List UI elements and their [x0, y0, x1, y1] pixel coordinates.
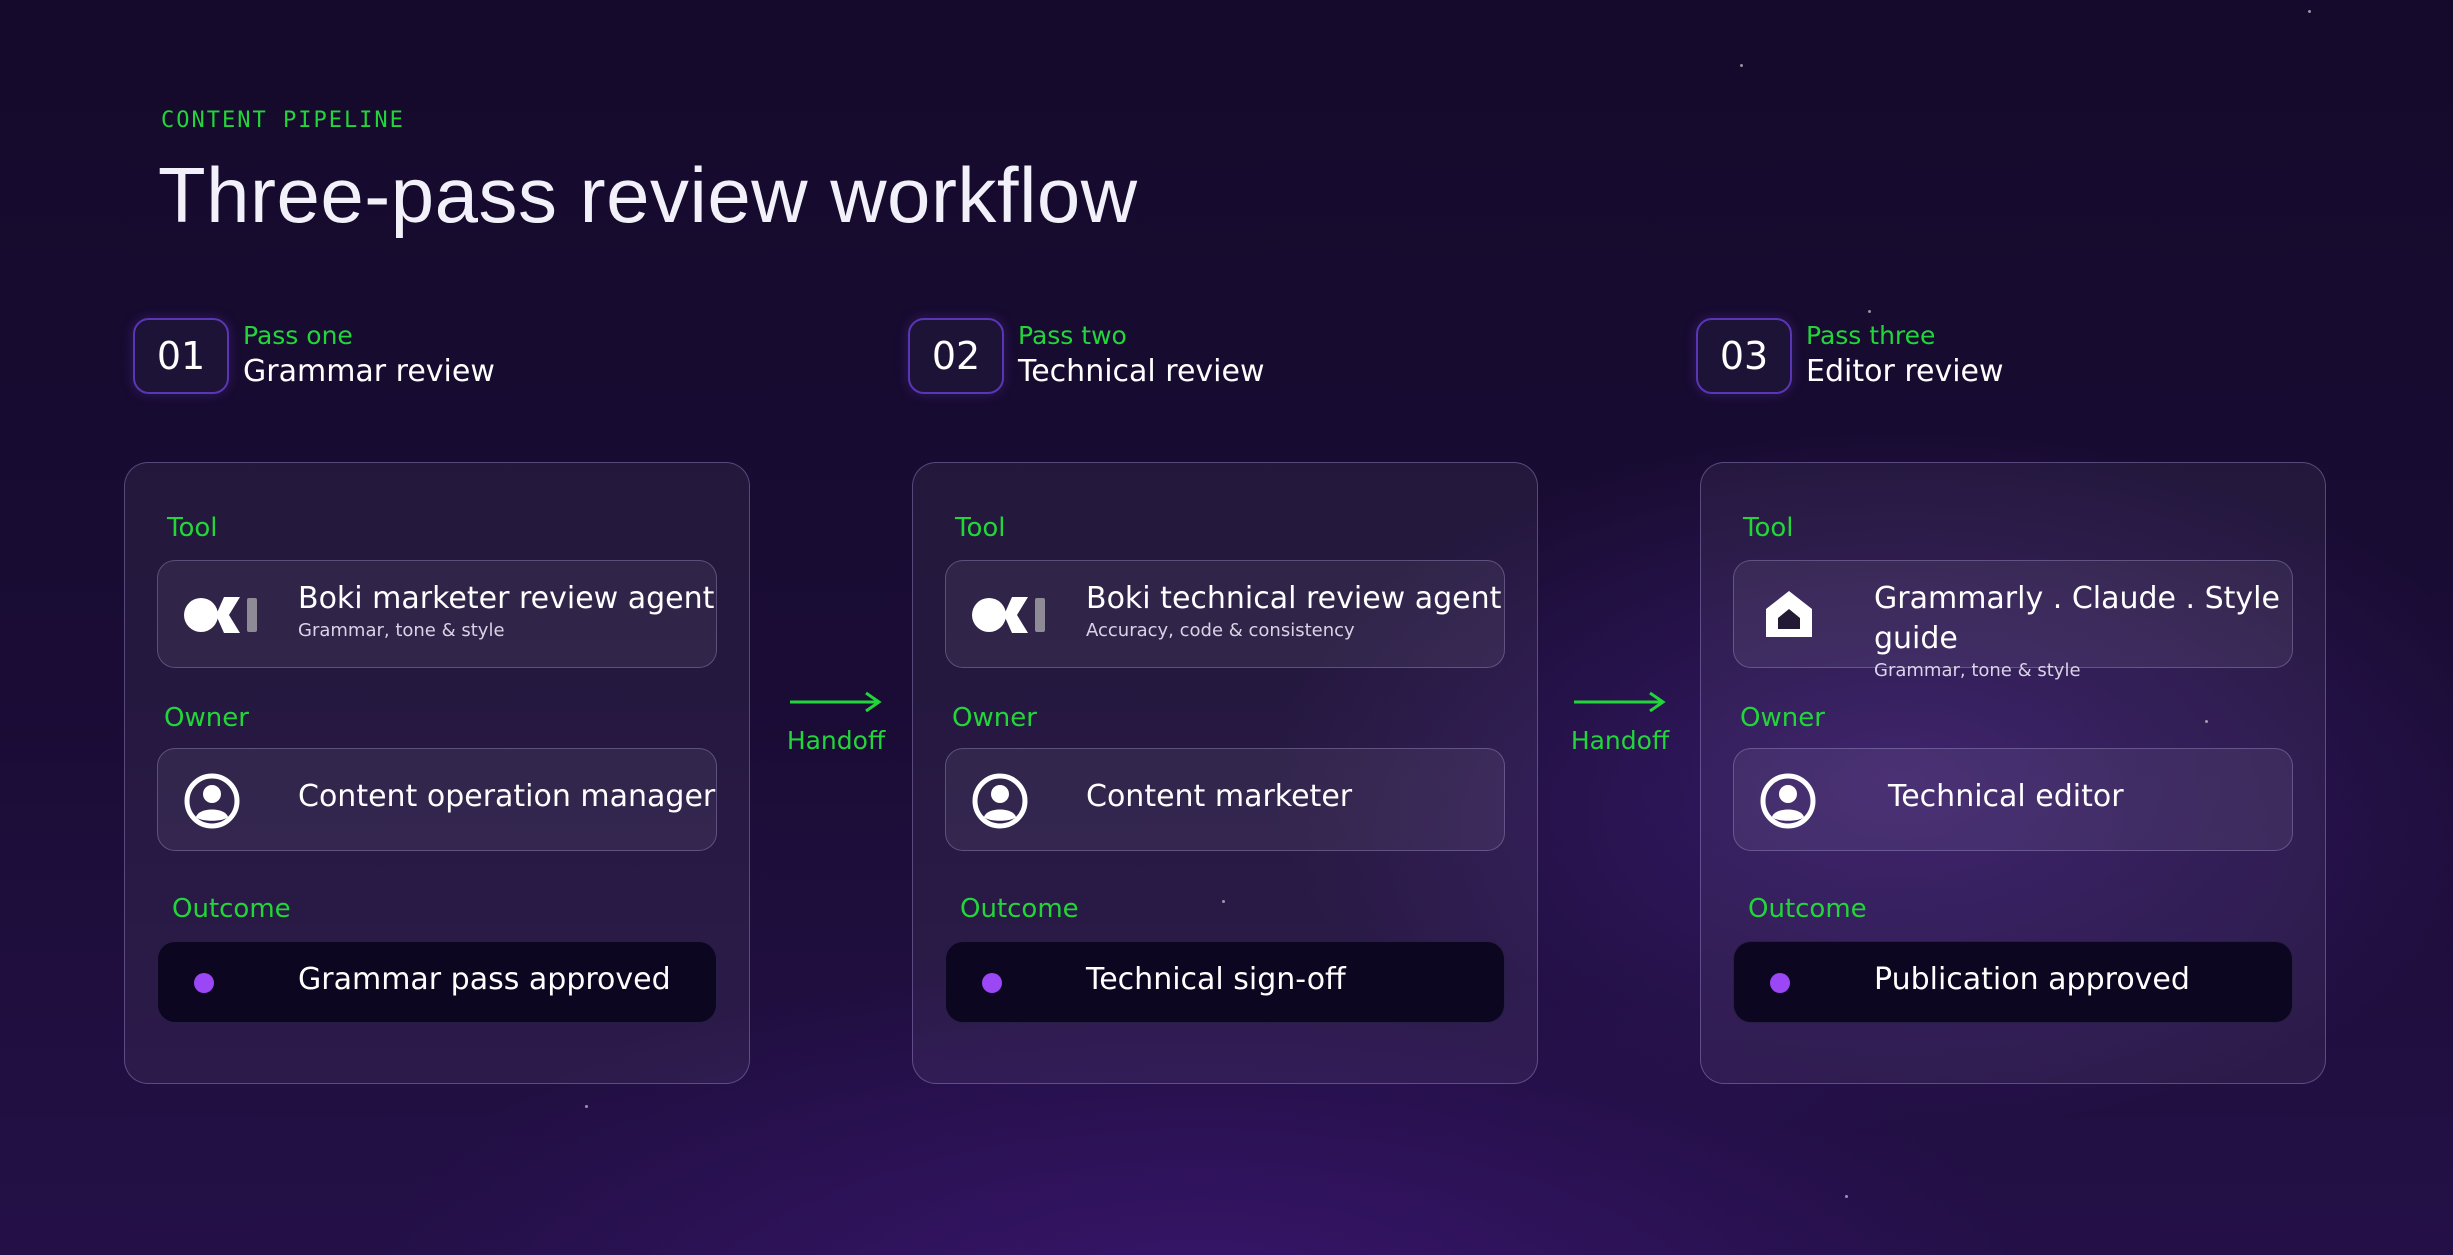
stage-header-2: 02 Pass two Technical review — [908, 318, 1265, 394]
tool-name: Grammarly . Claude . Style guide — [1874, 581, 2280, 656]
tool-label: Tool — [167, 513, 218, 543]
boki-logo-icon — [184, 597, 257, 633]
owner-name: Technical editor — [1888, 779, 2124, 814]
tool-name: Boki marketer review agent — [298, 581, 715, 616]
arrow-right-icon — [1574, 691, 1666, 713]
star — [1868, 310, 1871, 313]
outcome-label: Outcome — [1748, 894, 1867, 924]
tool-row: Grammarly . Claude . Style guide Grammar… — [1733, 560, 2293, 681]
outcome-text: Publication approved — [1874, 962, 2190, 997]
status-dot — [982, 973, 1002, 993]
tool-description: Grammar, tone & style — [298, 620, 505, 641]
stage-pass-label: Pass two — [1018, 321, 1127, 350]
owner-row: Content marketer — [945, 748, 1505, 851]
tool-label: Tool — [1743, 513, 1794, 543]
handoff-connector-1: Handoff — [786, 690, 886, 755]
star — [2308, 10, 2311, 13]
page-title: Three-pass review workflow — [158, 151, 1138, 239]
user-avatar-icon — [184, 773, 240, 829]
tool-name: Boki technical review agent — [1086, 581, 1502, 616]
outcome-text: Grammar pass approved — [298, 962, 671, 997]
owner-label: Owner — [1740, 703, 1825, 733]
outcome-text: Technical sign-off — [1086, 962, 1346, 997]
outcome-row: Technical sign-off — [945, 941, 1505, 1023]
arrow-right-icon — [790, 691, 882, 713]
status-dot — [1770, 973, 1790, 993]
status-dot — [194, 973, 214, 993]
stage-number-badge: 03 — [1696, 318, 1792, 394]
stage-pass-label: Pass one — [243, 321, 353, 350]
star — [585, 1105, 588, 1108]
stage-name: Technical review — [1018, 354, 1265, 389]
outcome-row: Publication approved — [1733, 941, 2293, 1023]
stage-card-2: Tool Boki technical review agent Accurac… — [912, 462, 1538, 1084]
stage-header-3: 03 Pass three Editor review — [1696, 318, 2004, 394]
handoff-label: Handoff — [786, 726, 886, 755]
house-logo-icon — [1766, 591, 1812, 637]
tool-description: Grammar, tone & style — [1874, 660, 2081, 681]
tool-label: Tool — [955, 513, 1006, 543]
stage-header-1: 01 Pass one Grammar review — [133, 318, 495, 394]
outcome-label: Outcome — [960, 894, 1079, 924]
user-avatar-icon — [972, 773, 1028, 829]
star — [1845, 1195, 1848, 1198]
outcome-row: Grammar pass approved — [157, 941, 717, 1023]
stage-number-badge: 01 — [133, 318, 229, 394]
owner-row: Technical editor — [1733, 748, 2293, 851]
stage-number-badge: 02 — [908, 318, 1004, 394]
owner-label: Owner — [164, 703, 249, 733]
boki-logo-icon — [972, 597, 1045, 633]
handoff-connector-2: Handoff — [1570, 690, 1670, 755]
owner-name: Content marketer — [1086, 779, 1353, 814]
tool-row: Boki marketer review agent Grammar, tone… — [157, 560, 717, 668]
handoff-label: Handoff — [1570, 726, 1670, 755]
outcome-label: Outcome — [172, 894, 291, 924]
stage-name: Editor review — [1806, 354, 2004, 389]
stage-name: Grammar review — [243, 354, 495, 389]
user-avatar-icon — [1760, 773, 1816, 829]
stage-card-1: Tool Boki marketer review agent Grammar,… — [124, 462, 750, 1084]
stage-card-3: Tool Grammarly . Claude . Style guide Gr… — [1700, 462, 2326, 1084]
owner-row: Content operation manager — [157, 748, 717, 851]
stage-pass-label: Pass three — [1806, 321, 1936, 350]
tool-row: Boki technical review agent Accuracy, co… — [945, 560, 1505, 668]
eyebrow-label: CONTENT PIPELINE — [161, 108, 405, 133]
star — [1740, 64, 1743, 67]
owner-name: Content operation manager — [298, 779, 716, 814]
tool-description: Accuracy, code & consistency — [1086, 620, 1355, 641]
owner-label: Owner — [952, 703, 1037, 733]
